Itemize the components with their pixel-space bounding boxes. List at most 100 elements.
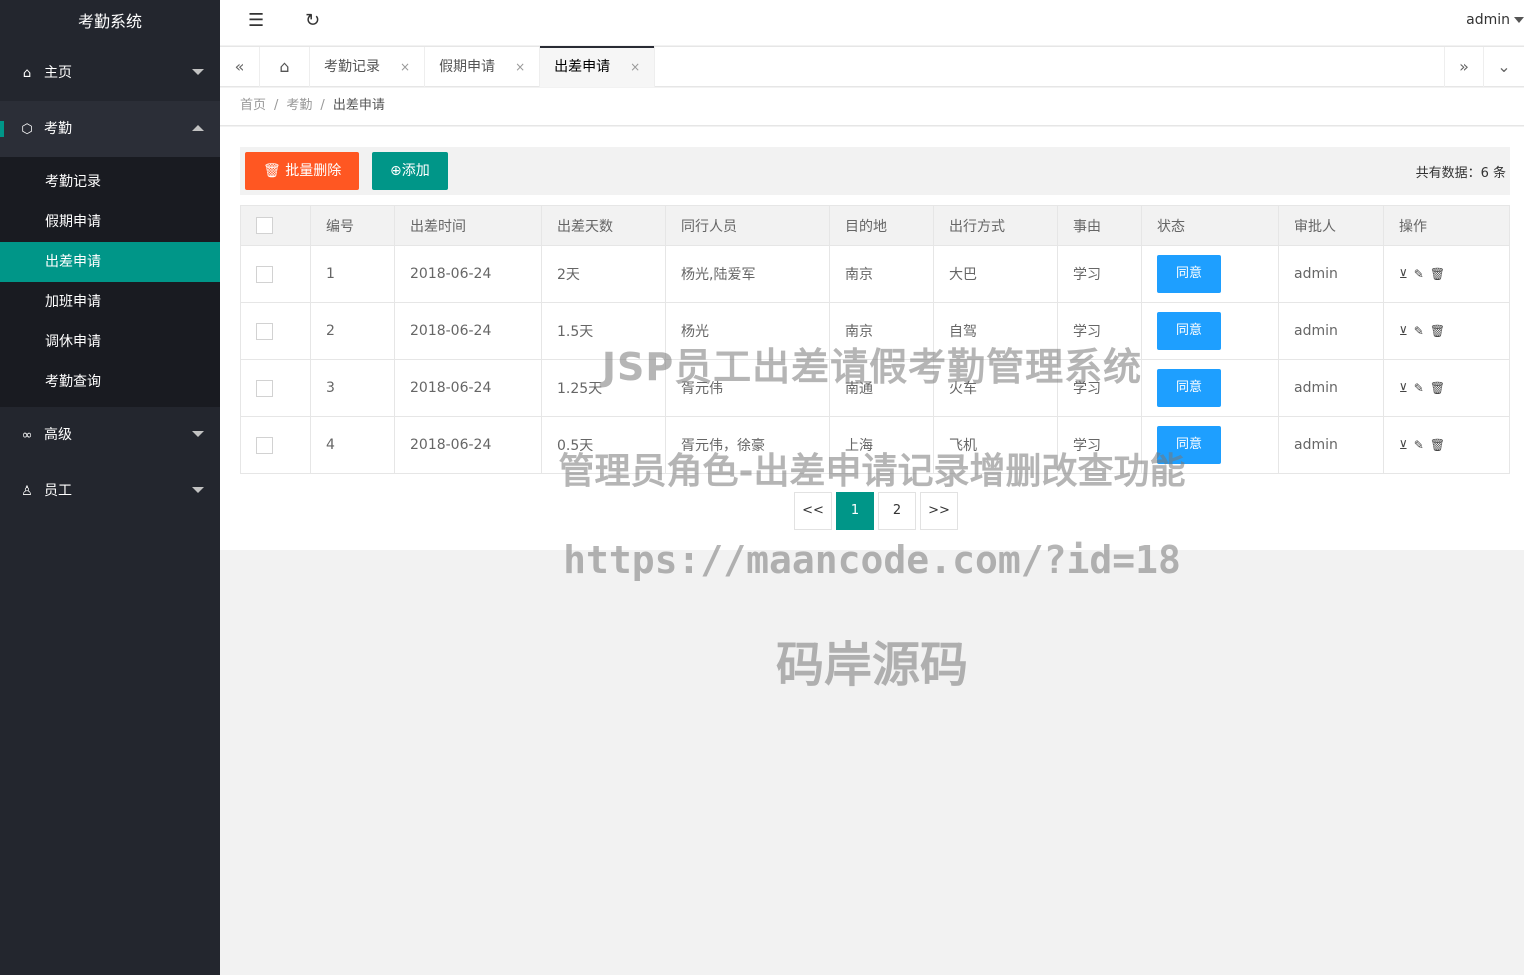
add-button[interactable]: ⊕添加 (372, 152, 448, 190)
tab-home[interactable]: ⌂ (260, 47, 310, 87)
caret-down-icon (192, 487, 204, 493)
edit-icon[interactable]: ✎ (1414, 438, 1424, 452)
cell-companions: 胥元伟 (665, 359, 830, 417)
status-approve-button[interactable]: 同意 (1157, 369, 1221, 407)
app-logo: 考勤系统 (77, 12, 142, 31)
subnav-attendance-records[interactable]: 考勤记录 (0, 162, 220, 202)
cell-mode: 自驾 (933, 302, 1058, 360)
cell-status: 同意 (1141, 416, 1279, 474)
tab-bar: « ⌂ 考勤记录 × 假期申请 × 出差申请 × » ⌄ (220, 46, 1524, 87)
col-header: 出差时间 (394, 205, 542, 246)
username: admin (1466, 12, 1510, 28)
pager-page-1[interactable]: 1 (836, 492, 874, 530)
total-count: 共有数据：6 条 (1415, 166, 1506, 181)
user-menu[interactable]: admin (1466, 12, 1524, 28)
table-row: 1 2018-06-24 2天 杨光,陆爱军 南京 大巴 学习 同意 admin… (240, 245, 1510, 303)
edit-icon[interactable]: ✎ (1414, 324, 1424, 338)
delete-icon[interactable]: 🗑 (1430, 438, 1445, 452)
nav-item-attendance[interactable]: ⬡ 考勤 (0, 101, 220, 157)
row-checkbox[interactable] (256, 322, 273, 340)
delete-icon[interactable]: 🗑 (1430, 324, 1445, 338)
cell-status: 同意 (1141, 359, 1279, 417)
pager-prev-button[interactable]: << (794, 492, 832, 530)
edit-icon[interactable]: ✎ (1414, 267, 1424, 281)
trash-icon: 🗑 (263, 163, 281, 179)
close-icon[interactable]: × (515, 60, 525, 74)
tab-attendance-records[interactable]: 考勤记录 × (310, 47, 426, 87)
cell-date: 2018-06-24 (394, 416, 542, 474)
menu-toggle-icon[interactable]: ☰ (248, 10, 264, 31)
download-icon[interactable]: ⊻ (1399, 438, 1408, 452)
row-checkbox[interactable] (256, 265, 273, 283)
cell-destination: 南京 (829, 302, 934, 360)
cell-date: 2018-06-24 (394, 302, 542, 360)
nav-item-home[interactable]: ⌂ 主页 (0, 45, 220, 101)
cube-icon: ⬡ (21, 122, 33, 137)
subnav-comp-leave[interactable]: 调休申请 (0, 322, 220, 362)
cell-mode: 大巴 (933, 245, 1058, 303)
row-checkbox[interactable] (256, 436, 273, 454)
cell-reason: 学习 (1057, 359, 1142, 417)
tabs-scroll-left-icon[interactable]: « (220, 47, 260, 87)
refresh-icon[interactable]: ↻ (305, 10, 320, 31)
close-icon[interactable]: × (630, 60, 640, 74)
cell-reason: 学习 (1057, 416, 1142, 474)
download-icon[interactable]: ⊻ (1399, 381, 1408, 395)
cell-days: 1.25天 (541, 359, 666, 417)
breadcrumb: 首页 / 考勤 / 出差申请 (220, 88, 1524, 126)
col-header: 目的地 (829, 205, 934, 246)
plus-circle-icon: ⊕ (390, 163, 402, 179)
caret-down-icon (192, 69, 204, 75)
table-header-row: 编号 出差时间 出差天数 同行人员 目的地 出行方式 事由 状态 审批人 操作 (240, 205, 1510, 246)
edit-icon[interactable]: ✎ (1414, 381, 1424, 395)
cell-approver: admin (1278, 245, 1384, 303)
subnav-leave-apply[interactable]: 假期申请 (0, 202, 220, 242)
col-header: 同行人员 (665, 205, 830, 246)
pager-next-button[interactable]: >> (920, 492, 958, 530)
cell-date: 2018-06-24 (394, 359, 542, 417)
tabs-scroll-right-icon[interactable]: » (1444, 47, 1484, 87)
status-approve-button[interactable]: 同意 (1157, 255, 1221, 293)
subnav-attendance-query[interactable]: 考勤查询 (0, 362, 220, 402)
table-row: 4 2018-06-24 0.5天 胥元伟，徐豪 上海 飞机 学习 同意 adm… (240, 416, 1510, 474)
pager-page-2[interactable]: 2 (878, 492, 916, 530)
nav-item-staff[interactable]: ♙ 员工 (0, 463, 220, 519)
tab-label: 假期申请 (439, 59, 496, 75)
cell-days: 1.5天 (541, 302, 666, 360)
subnav-overtime[interactable]: 加班申请 (0, 282, 220, 322)
cell-actions: ⊻ ✎ 🗑 (1383, 416, 1510, 474)
status-approve-button[interactable]: 同意 (1157, 312, 1221, 350)
col-header: 出行方式 (933, 205, 1058, 246)
download-icon[interactable]: ⊻ (1399, 267, 1408, 281)
select-all-checkbox[interactable] (256, 217, 273, 234)
row-checkbox[interactable] (256, 379, 273, 397)
caret-up-icon (192, 125, 204, 131)
download-icon[interactable]: ⊻ (1399, 324, 1408, 338)
tab-business-trip[interactable]: 出差申请 × (540, 46, 656, 87)
close-icon[interactable]: × (400, 60, 410, 74)
breadcrumb-sep: / (274, 98, 279, 113)
delete-icon[interactable]: 🗑 (1430, 267, 1445, 281)
cell-companions: 杨光 (665, 302, 830, 360)
status-approve-button[interactable]: 同意 (1157, 426, 1221, 464)
breadcrumb-sep: / (320, 98, 325, 113)
col-header: 事由 (1057, 205, 1142, 246)
cell-reason: 学习 (1057, 245, 1142, 303)
tabs-dropdown-icon[interactable]: ⌄ (1484, 47, 1524, 87)
breadcrumb-home[interactable]: 首页 (240, 98, 266, 113)
nav-label: 主页 (44, 65, 72, 81)
top-header: ☰ ↻ admin (220, 0, 1524, 45)
caret-down-icon (192, 431, 204, 437)
tab-leave-apply[interactable]: 假期申请 × (425, 47, 541, 87)
delete-icon[interactable]: 🗑 (1430, 381, 1445, 395)
subnav-business-trip[interactable]: 出差申请 (0, 242, 220, 282)
cell-id: 3 (310, 359, 395, 417)
cell-companions: 胥元伟，徐豪 (665, 416, 830, 474)
breadcrumb-parent[interactable]: 考勤 (286, 98, 312, 113)
nav-label: 高级 (44, 427, 72, 443)
cell-days: 2天 (541, 245, 666, 303)
checkbox-cell (240, 302, 311, 360)
batch-delete-button[interactable]: 🗑 批量删除 (245, 152, 360, 190)
nav-item-advanced[interactable]: ∞ 高级 (0, 407, 220, 463)
col-header: 编号 (310, 205, 395, 246)
